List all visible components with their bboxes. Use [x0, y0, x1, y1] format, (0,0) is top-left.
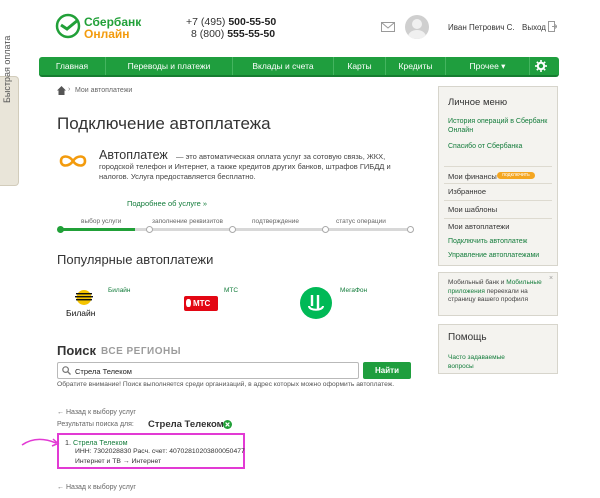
- panel-divider: [444, 183, 552, 184]
- back-to-services-link-bottom[interactable]: ← Назад к выбору услуг: [57, 484, 136, 491]
- user-name[interactable]: Иван Петрович С.: [448, 23, 515, 32]
- search-title: Поиск: [57, 343, 97, 358]
- menu-item-autopays[interactable]: Мои автоплатежи: [448, 222, 509, 231]
- steps-progress: [60, 228, 135, 231]
- result-subcategory-link[interactable]: Интернет: [132, 458, 162, 465]
- mail-icon[interactable]: [381, 22, 395, 32]
- history-link[interactable]: История операций в Сбербанк Онлайн: [448, 117, 548, 135]
- connect-autopay-link[interactable]: Подключить автоплатеж: [448, 237, 527, 246]
- nav-item-transfers[interactable]: Переводы и платежи: [106, 57, 233, 75]
- autopay-infinity-icon: [59, 155, 87, 167]
- avatar[interactable]: [405, 15, 429, 39]
- nav-item-deposits[interactable]: Вклады и счета: [233, 57, 334, 75]
- provider-link-beeline[interactable]: Билайн: [108, 287, 131, 294]
- breadcrumb[interactable]: Мои автоплатежи: [75, 87, 132, 94]
- nav-item-credits[interactable]: Кредиты: [386, 57, 446, 75]
- beeline-logo-text: Билайн: [66, 308, 96, 318]
- step-label-details: заполнение реквизитов: [152, 218, 223, 225]
- back-to-services-link[interactable]: ← Назад к выбору услуг: [57, 409, 136, 416]
- step-dot-3: [229, 226, 236, 233]
- find-button[interactable]: Найти: [363, 362, 411, 379]
- breadcrumb-separator-icon: ›: [68, 86, 71, 93]
- beeline-stripes-icon: [75, 290, 93, 305]
- menu-item-finances[interactable]: Мои финансы: [448, 172, 497, 181]
- help-title: Помощь: [448, 332, 487, 343]
- mobile-notice-text: Мобильный банк и Мобильные приложения пе…: [448, 279, 542, 303]
- step-dot-5: [407, 226, 414, 233]
- provider-link-megafon[interactable]: МегаФон: [340, 287, 367, 294]
- results-label: Результаты поиска для:: [57, 421, 134, 428]
- panel-divider: [444, 218, 552, 219]
- logout-link[interactable]: Выход: [522, 23, 546, 32]
- step-label-status: статус операции: [336, 218, 386, 225]
- beeline-logo[interactable]: Билайн: [63, 290, 105, 320]
- step-label-confirm: подтверждение: [252, 218, 299, 225]
- menu-item-templates[interactable]: Мои шаблоны: [448, 205, 497, 214]
- result-inn: ИНН: 7302028830 Расч. счет: 407028102038…: [75, 448, 245, 455]
- result-index: 1.: [65, 438, 71, 447]
- gear-icon[interactable]: [535, 60, 547, 72]
- search-icon: [62, 366, 71, 375]
- user-silhouette-icon: [408, 19, 426, 39]
- finances-badge[interactable]: подключить: [497, 172, 535, 179]
- main-nav: Главная Переводы и платежи Вклады и счет…: [39, 57, 559, 77]
- results-query: Стрела Телеком: [148, 419, 224, 430]
- result-category-link[interactable]: Интернет и ТВ: [75, 458, 121, 465]
- megafon-logo-icon[interactable]: [299, 286, 333, 320]
- faq-link[interactable]: Часто задаваемые вопросы: [448, 353, 528, 371]
- step-dot-4: [322, 226, 329, 233]
- mts-logo-text: МТС: [193, 299, 211, 308]
- provider-link-mts[interactable]: МТС: [224, 287, 238, 294]
- step-dot-1: [57, 226, 64, 233]
- mts-egg-icon: [186, 299, 191, 307]
- nav-item-other[interactable]: Прочее ▾: [446, 57, 530, 75]
- search-note: Обратите внимание! Поиск выполняется сре…: [57, 381, 395, 388]
- more-about-service-link[interactable]: Подробнее об услуге »: [127, 199, 207, 208]
- step-dot-2: [146, 226, 153, 233]
- panel-divider: [444, 166, 552, 167]
- search-input-value[interactable]: Стрела Телеком: [75, 367, 132, 376]
- logout-icon[interactable]: [548, 21, 557, 32]
- autopay-description: — это автоматическая оплата услуг за сот…: [99, 152, 391, 181]
- logo-subtitle: Онлайн: [84, 27, 130, 41]
- result-category-path: Интернет и ТВ → Интернет: [75, 458, 161, 465]
- close-notice-icon[interactable]: ×: [549, 275, 553, 282]
- nav-item-cards[interactable]: Карты: [334, 57, 386, 75]
- search-region-selector[interactable]: ВСЕ РЕГИОНЫ: [101, 346, 181, 357]
- nav-item-home[interactable]: Главная: [39, 57, 106, 75]
- personal-menu-title: Личное меню: [448, 97, 508, 108]
- step-label-select: выбор услуги: [81, 218, 122, 225]
- panel-divider: [444, 200, 552, 201]
- manage-autopays-link[interactable]: Управление автоплатежами: [448, 251, 539, 260]
- sberbank-logo-icon[interactable]: [55, 13, 81, 39]
- thanks-link[interactable]: Спасибо от Сбербанка: [448, 142, 522, 151]
- result-name-link[interactable]: Стрела Телеком: [73, 438, 128, 447]
- home-icon[interactable]: [57, 86, 66, 95]
- menu-item-favorites[interactable]: Избранное: [448, 187, 486, 196]
- page-title: Подключение автоплатежа: [57, 114, 271, 133]
- highlight-arrow-icon: [21, 438, 60, 447]
- phone-moscow: +7 (495) 500-55-50: [186, 16, 277, 28]
- category-arrow-icon: →: [122, 458, 130, 465]
- quick-pay-tab-label: Быстрая оплата: [2, 35, 12, 103]
- mts-logo[interactable]: МТС: [184, 296, 218, 311]
- clear-results-icon[interactable]: [223, 420, 232, 429]
- phone-free: 8 (800) 555-55-50: [191, 28, 276, 40]
- popular-autopays-title: Популярные автоплатежи: [57, 252, 214, 267]
